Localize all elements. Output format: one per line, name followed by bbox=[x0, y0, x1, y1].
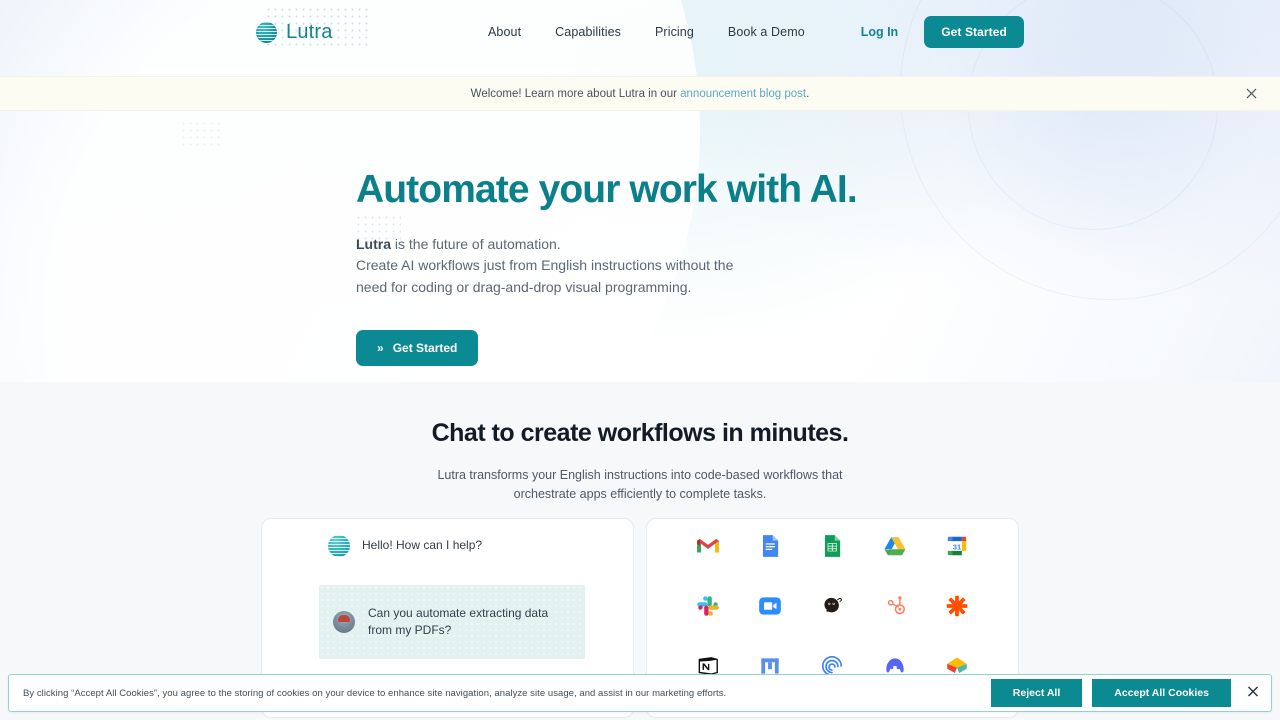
svg-text:31: 31 bbox=[953, 542, 961, 551]
accept-all-cookies-button[interactable]: Accept All Cookies bbox=[1092, 679, 1231, 707]
log-in-link[interactable]: Log In bbox=[861, 25, 899, 39]
hero-subtitle-line1: is the future of automation. bbox=[391, 235, 561, 252]
bot-message-text: Hello! How can I help? bbox=[362, 538, 483, 552]
section-title: Chat to create workflows in minutes. bbox=[431, 419, 849, 447]
google-sheets-icon[interactable] bbox=[819, 533, 845, 559]
user-message-text: Can you automate extracting data from my… bbox=[368, 606, 549, 637]
close-icon[interactable] bbox=[1247, 686, 1259, 701]
nav-link-book-a-demo[interactable]: Book a Demo bbox=[711, 25, 822, 39]
section-subtitle-line2: orchestrate apps efficiently to complete… bbox=[513, 487, 767, 501]
announcement-prefix: Welcome! Learn more about Lutra in our bbox=[470, 87, 681, 100]
hero-section: Automate your work with AI. Lutra is the… bbox=[0, 111, 1280, 382]
google-drive-icon[interactable] bbox=[882, 533, 908, 559]
double-chevron-right-icon: » bbox=[377, 341, 384, 356]
hero-subtitle: Lutra is the future of automation. Creat… bbox=[356, 234, 776, 299]
brand-logo[interactable]: Lutra bbox=[256, 21, 333, 44]
announcement-blog-post-link[interactable]: announcement blog post bbox=[680, 88, 806, 100]
nav-actions: Log In Get Started bbox=[861, 0, 1024, 64]
zapier-icon[interactable] bbox=[944, 593, 970, 619]
cookie-banner-text: By clicking “Accept All Cookies”, you ag… bbox=[23, 687, 727, 699]
announcement-suffix: . bbox=[806, 87, 810, 100]
user-avatar-icon bbox=[333, 611, 355, 633]
chat-message-user: Can you automate extracting data from my… bbox=[319, 585, 585, 659]
brand-name: Lutra bbox=[286, 21, 333, 43]
gmail-icon[interactable] bbox=[695, 533, 721, 559]
lutra-bot-avatar-icon bbox=[328, 535, 350, 557]
slack-icon[interactable] bbox=[695, 593, 721, 619]
nav-links: About Capabilities Pricing Book a Demo bbox=[471, 0, 822, 64]
nav-link-pricing[interactable]: Pricing bbox=[638, 25, 711, 39]
nav-link-capabilities[interactable]: Capabilities bbox=[538, 25, 638, 39]
page-title: Automate your work with AI. bbox=[356, 168, 858, 211]
lutra-sphere-icon bbox=[256, 22, 277, 43]
get-started-button-hero[interactable]: » Get Started bbox=[356, 330, 479, 367]
announcement-bar: Welcome! Learn more about Lutra in our a… bbox=[0, 76, 1280, 111]
get-started-button-hero-label: Get Started bbox=[392, 341, 458, 356]
landing-page: Lutra About Capabilities Pricing Book a … bbox=[0, 0, 1280, 720]
cookie-consent-banner: By clicking “Accept All Cookies”, you ag… bbox=[8, 674, 1272, 712]
get-started-button-nav[interactable]: Get Started bbox=[924, 16, 1024, 48]
hubspot-icon[interactable] bbox=[882, 593, 908, 619]
reject-all-button[interactable]: Reject All bbox=[990, 679, 1083, 707]
top-navigation-bar: Lutra About Capabilities Pricing Book a … bbox=[0, 0, 1280, 64]
section-subtitle-line1: Lutra transforms your English instructio… bbox=[437, 468, 843, 482]
chat-message-bot: Hello! How can I help? bbox=[262, 519, 633, 557]
chat-workflows-section: Chat to create workflows in minutes. Lut… bbox=[0, 382, 1280, 720]
app-icon-grid: 31 bbox=[647, 519, 1018, 679]
cookie-banner-actions: Reject All Accept All Cookies bbox=[990, 679, 1231, 707]
section-subtitle: Lutra transforms your English instructio… bbox=[0, 466, 1280, 504]
google-docs-icon[interactable] bbox=[757, 533, 783, 559]
zoom-icon[interactable] bbox=[757, 593, 783, 619]
nav-link-about[interactable]: About bbox=[471, 25, 538, 39]
mailchimp-icon[interactable] bbox=[819, 593, 845, 619]
hero-subtitle-line2: Create AI workflows just from English in… bbox=[356, 257, 734, 274]
hero-subtitle-bold: Lutra bbox=[356, 235, 391, 252]
hero-subtitle-line3: need for coding or drag-and-drop visual … bbox=[356, 278, 692, 295]
google-calendar-icon[interactable]: 31 bbox=[944, 533, 970, 559]
close-icon[interactable] bbox=[1242, 85, 1260, 103]
announcement-text: Welcome! Learn more about Lutra in our a… bbox=[471, 88, 810, 100]
